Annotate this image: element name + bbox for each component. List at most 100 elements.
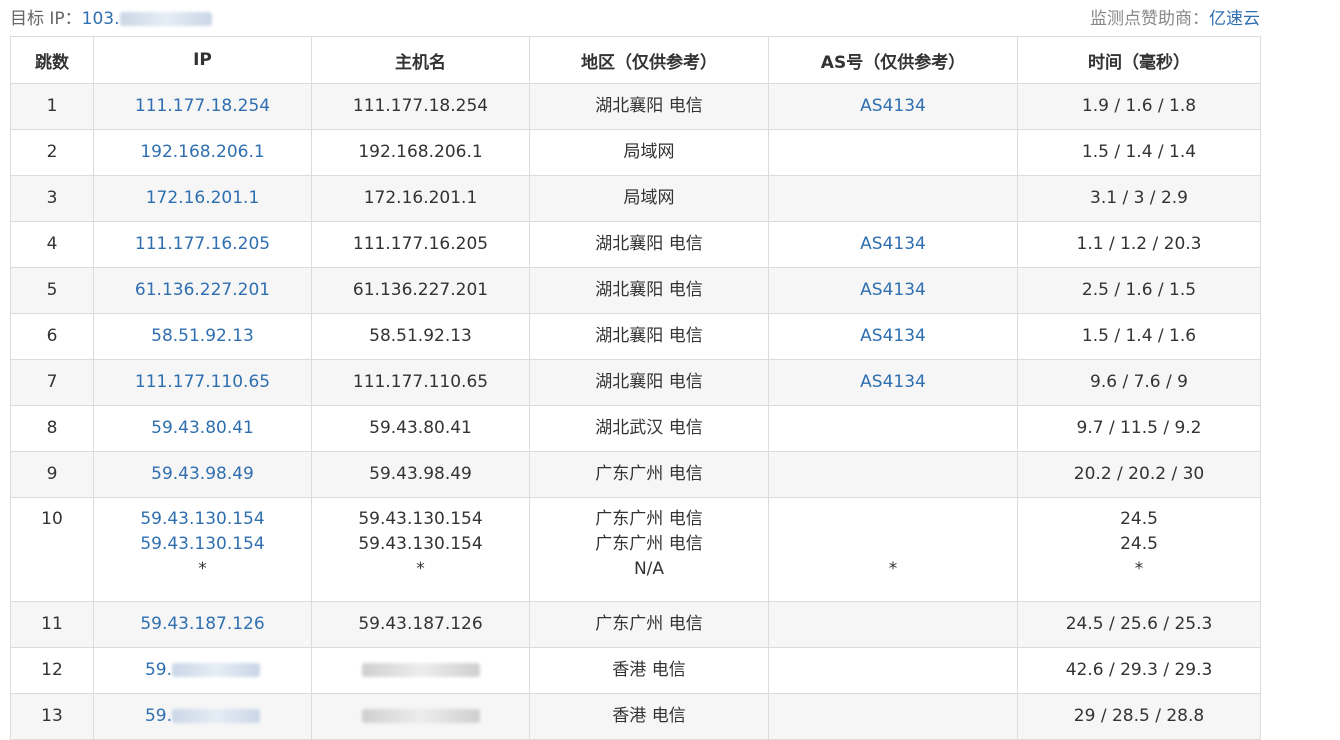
latency: 1.1 / 1.2 / 20.3 (1017, 221, 1261, 268)
target-ip-value: 103. (81, 9, 120, 29)
region: 湖北襄阳 电信 (529, 83, 769, 130)
table-row: 10 59.43.130.154 59.43.130.154 * 59.43.1… (10, 497, 1261, 602)
latency: 2.5 / 1.6 / 1.5 (1017, 267, 1261, 314)
region: 湖北襄阳 电信 (529, 313, 769, 360)
hostname-cell (311, 693, 530, 740)
as-link[interactable]: AS4134 (860, 326, 926, 346)
hop-number: 7 (10, 359, 94, 406)
latency: 24.5 (1120, 534, 1158, 554)
hop-number: 8 (10, 405, 94, 452)
table-row: 7 111.177.110.65 111.177.110.65 湖北襄阳 电信 … (10, 359, 1261, 406)
top-bar: 目标 IP：103. 监测点赞助商：亿速云 (10, 0, 1260, 30)
table-row: 2 192.168.206.1 192.168.206.1 局域网 1.5 / … (10, 129, 1261, 176)
table-row: 4 111.177.16.205 111.177.16.205 湖北襄阳 电信 … (10, 221, 1261, 268)
ip-link[interactable]: 111.177.16.205 (135, 234, 270, 254)
column-header-time: 时间（毫秒） (1017, 36, 1261, 84)
as-cell (768, 175, 1018, 222)
table-row: 11 59.43.187.126 59.43.187.126 广东广州 电信 2… (10, 601, 1261, 648)
as-link[interactable]: AS4134 (860, 280, 926, 300)
ip-link[interactable]: 59.43.187.126 (140, 614, 264, 634)
ip-link[interactable]: 172.16.201.1 (146, 188, 260, 208)
ip-link[interactable]: 61.136.227.201 (135, 280, 270, 300)
hop-number: 11 (10, 601, 94, 648)
latency: 24.5 / 25.6 / 25.3 (1017, 601, 1261, 648)
ip-cell: 59. (93, 647, 312, 694)
sponsor-link[interactable]: 亿速云 (1209, 9, 1260, 29)
table-row: 1 111.177.18.254 111.177.18.254 湖北襄阳 电信 … (10, 83, 1261, 130)
ip-link[interactable]: 111.177.110.65 (135, 372, 270, 392)
ip-timeout: * (198, 559, 207, 579)
table-row: 5 61.136.227.201 61.136.227.201 湖北襄阳 电信 … (10, 267, 1261, 314)
ip-link[interactable]: 111.177.18.254 (135, 96, 270, 116)
table-row: 13 59. 香港 电信 29 / 28.5 / 28.8 (10, 693, 1261, 740)
ip-link[interactable]: 59.43.98.49 (151, 464, 254, 484)
ip-link[interactable]: 59.43.130.154 (94, 532, 311, 557)
latency: 1.5 / 1.4 / 1.6 (1017, 313, 1261, 360)
ip-link[interactable]: 58.51.92.13 (151, 326, 254, 346)
hostname: * (416, 559, 425, 579)
as-link[interactable]: AS4134 (860, 372, 926, 392)
region: 局域网 (529, 129, 769, 176)
redacted-hostname-blur (361, 663, 480, 677)
hop-number: 9 (10, 451, 94, 498)
redacted-ip-blur (172, 663, 261, 677)
redacted-ip-blur (119, 12, 212, 26)
table-header-row: 跳数 IP 主机名 地区（仅供参考） AS号（仅供参考） 时间（毫秒） (10, 36, 1261, 84)
redacted-hostname-blur (361, 709, 480, 723)
region: 广东广州 电信 (595, 534, 703, 554)
region: 局域网 (529, 175, 769, 222)
region: 香港 电信 (529, 693, 769, 740)
ip-link[interactable]: 192.168.206.1 (140, 142, 264, 162)
hop-number: 10 (10, 497, 94, 602)
region: 广东广州 电信 (529, 601, 769, 648)
hostname: 172.16.201.1 (311, 175, 530, 222)
traceroute-table: 跳数 IP 主机名 地区（仅供参考） AS号（仅供参考） 时间（毫秒） 1 11… (10, 36, 1261, 740)
hostname: 111.177.16.205 (311, 221, 530, 268)
table-row: 6 58.51.92.13 58.51.92.13 湖北襄阳 电信 AS4134… (10, 313, 1261, 360)
region-cell-multi: 广东广州 电信 广东广州 电信 N/A (529, 497, 769, 602)
as-cell (768, 129, 1018, 176)
ip-link[interactable]: 59.43.80.41 (151, 418, 254, 438)
as-cell (768, 451, 1018, 498)
ip-cell: 59. (93, 693, 312, 740)
region: 广东广州 电信 (595, 509, 703, 529)
region: 湖北襄阳 电信 (529, 267, 769, 314)
hostname: 61.136.227.201 (311, 267, 530, 314)
ip-cell-multi: 59.43.130.154 59.43.130.154 * (93, 497, 312, 602)
latency: 9.7 / 11.5 / 9.2 (1017, 405, 1261, 452)
hop-number: 4 (10, 221, 94, 268)
ip-link[interactable]: 59. (145, 706, 172, 726)
latency: 29 / 28.5 / 28.8 (1017, 693, 1261, 740)
hostname: 58.51.92.13 (311, 313, 530, 360)
hostname: 59.43.130.154 (358, 509, 483, 529)
table-row: 12 59. 香港 电信 42.6 / 29.3 / 29.3 (10, 647, 1261, 694)
target-ip-info: 目标 IP：103. (10, 4, 212, 29)
column-header-as: AS号（仅供参考） (768, 36, 1018, 84)
hop-number: 5 (10, 267, 94, 314)
latency: 24.5 (1120, 509, 1158, 529)
column-header-region: 地区（仅供参考） (529, 36, 769, 84)
column-header-ip: IP (93, 36, 312, 84)
hop-number: 1 (10, 83, 94, 130)
latency: 20.2 / 20.2 / 30 (1017, 451, 1261, 498)
ip-link[interactable]: 59.43.130.154 (94, 507, 311, 532)
hostname: 111.177.18.254 (311, 83, 530, 130)
latency: 9.6 / 7.6 / 9 (1017, 359, 1261, 406)
target-ip-label: 目标 IP： (10, 9, 82, 29)
table-row: 8 59.43.80.41 59.43.80.41 湖北武汉 电信 9.7 / … (10, 405, 1261, 452)
as-link[interactable]: AS4134 (860, 234, 926, 254)
region: N/A (633, 559, 665, 579)
hop-number: 3 (10, 175, 94, 222)
sponsor-info: 监测点赞助商：亿速云 (1090, 4, 1260, 29)
hostname-cell-multi: 59.43.130.154 59.43.130.154 * (311, 497, 530, 602)
sponsor-label: 监测点赞助商： (1090, 9, 1209, 29)
latency: 42.6 / 29.3 / 29.3 (1017, 647, 1261, 694)
as-cell (768, 601, 1018, 648)
as-cell-multi: ​ ​ * (768, 497, 1018, 602)
hostname: 111.177.110.65 (311, 359, 530, 406)
ip-link[interactable]: 59. (145, 660, 172, 680)
hop-number: 13 (10, 693, 94, 740)
as-link[interactable]: AS4134 (860, 96, 926, 116)
region: 湖北襄阳 电信 (529, 221, 769, 268)
as-cell (768, 647, 1018, 694)
